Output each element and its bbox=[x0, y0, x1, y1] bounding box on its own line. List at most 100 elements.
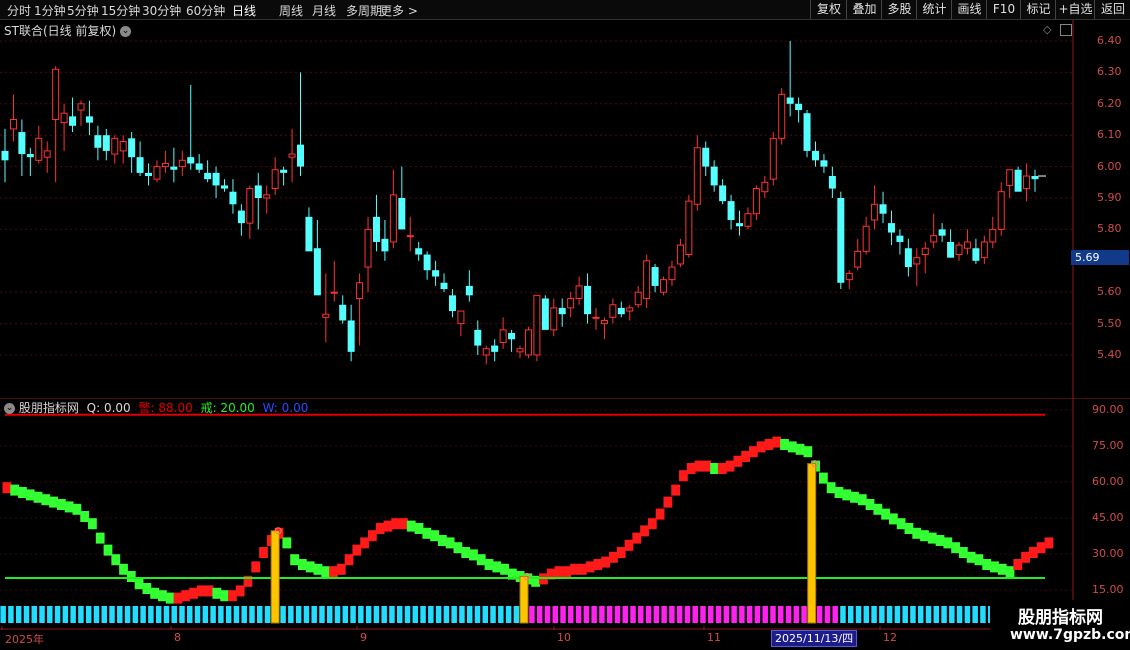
period-tab-1[interactable]: 1分钟 bbox=[34, 2, 66, 19]
candle-body bbox=[491, 345, 499, 352]
candle bbox=[347, 304, 355, 362]
candle bbox=[862, 216, 870, 255]
toolbar-button-8[interactable]: 返回 bbox=[1094, 0, 1130, 19]
status-bar bbox=[218, 606, 224, 623]
chevron-down-icon[interactable]: ⌄ bbox=[4, 403, 15, 414]
candle bbox=[508, 329, 516, 352]
indicator-block bbox=[25, 489, 35, 501]
candle bbox=[963, 229, 971, 255]
toolbar-button-1[interactable]: 叠加 bbox=[846, 0, 882, 19]
signal-bar bbox=[519, 572, 531, 624]
indicator-block bbox=[647, 518, 657, 530]
candle-body bbox=[448, 295, 456, 312]
indicator-block bbox=[64, 501, 74, 513]
candlestick-chart[interactable] bbox=[0, 20, 1130, 398]
toolbar-button-0[interactable]: 复权 bbox=[810, 0, 847, 19]
status-bar bbox=[770, 606, 776, 623]
candle-body bbox=[221, 185, 229, 189]
status-bar bbox=[513, 606, 520, 623]
status-bar bbox=[155, 606, 162, 623]
status-bar bbox=[326, 606, 333, 623]
period-tab-6[interactable]: 日线 bbox=[232, 2, 256, 19]
status-bar bbox=[358, 606, 364, 623]
status-bar bbox=[23, 606, 30, 623]
candle-body bbox=[237, 210, 245, 224]
toolbar-button-6[interactable]: 标记 bbox=[1020, 0, 1056, 19]
indicator-block bbox=[56, 499, 66, 510]
candle-body bbox=[913, 257, 921, 265]
period-tab-3[interactable]: 15分钟 bbox=[101, 2, 140, 19]
candle bbox=[541, 295, 549, 330]
indicator-chart[interactable] bbox=[0, 398, 1130, 630]
candle-body bbox=[18, 132, 26, 155]
period-tab-2[interactable]: 5分钟 bbox=[67, 2, 99, 19]
candle-body bbox=[111, 137, 119, 155]
period-tab-10[interactable]: 更多 > bbox=[380, 2, 418, 19]
toolbar-button-5[interactable]: F10 bbox=[986, 0, 1021, 19]
candle-body bbox=[930, 235, 938, 243]
indicator-block bbox=[212, 587, 222, 599]
status-bar bbox=[459, 606, 465, 623]
toolbar-button-7[interactable]: +自选 bbox=[1055, 0, 1095, 19]
status-bar bbox=[443, 606, 450, 623]
indicator-name[interactable]: 股朋指标网 bbox=[19, 401, 79, 415]
indicator-block bbox=[632, 532, 642, 544]
candle-body bbox=[35, 137, 43, 161]
candle-body bbox=[77, 103, 85, 111]
status-bar bbox=[529, 606, 535, 623]
candle bbox=[1006, 169, 1014, 198]
signal-bar-body bbox=[807, 463, 817, 624]
status-bar bbox=[661, 606, 667, 623]
status-bar bbox=[684, 606, 691, 623]
candle-body bbox=[43, 150, 51, 158]
toolbar-button-4[interactable]: 画线 bbox=[951, 0, 987, 19]
indicator-block bbox=[679, 470, 688, 482]
status-bar bbox=[194, 606, 201, 623]
chevron-down-icon[interactable]: ⌄ bbox=[119, 26, 131, 37]
candle bbox=[972, 238, 980, 264]
indicator-block bbox=[500, 563, 509, 575]
candle-body bbox=[322, 313, 330, 318]
status-bar bbox=[319, 606, 325, 623]
status-bar bbox=[15, 606, 22, 623]
indicator-block bbox=[88, 518, 97, 530]
candle bbox=[533, 294, 541, 362]
indicator-block bbox=[2, 482, 12, 494]
toolbar-button-3[interactable]: 统计 bbox=[916, 0, 952, 19]
period-tab-4[interactable]: 30分钟 bbox=[142, 2, 181, 19]
status-bar bbox=[101, 606, 107, 623]
candle bbox=[736, 210, 744, 236]
toolbar-button-2[interactable]: 多股 bbox=[881, 0, 917, 19]
period-tab-9[interactable]: 多周期 bbox=[346, 2, 382, 19]
indicator-block bbox=[453, 542, 463, 554]
candle-body bbox=[887, 223, 895, 233]
status-bar bbox=[474, 606, 481, 623]
diamond-icon[interactable]: ◇ bbox=[1043, 23, 1051, 36]
candle bbox=[254, 172, 262, 230]
candle bbox=[448, 289, 456, 318]
indicator-block bbox=[344, 554, 354, 566]
candle bbox=[1014, 166, 1022, 192]
candle-body bbox=[803, 113, 811, 151]
period-tab-8[interactable]: 月线 bbox=[312, 2, 336, 19]
period-tab-5[interactable]: 60分钟 bbox=[186, 2, 225, 19]
status-bar bbox=[202, 606, 209, 623]
indicator-block bbox=[609, 551, 618, 563]
candle bbox=[170, 147, 178, 183]
candle-body bbox=[997, 191, 1005, 230]
status-bar bbox=[894, 606, 901, 623]
status-bar bbox=[381, 606, 387, 623]
panel-toggle-icon[interactable] bbox=[1060, 24, 1072, 36]
candle-body bbox=[955, 244, 963, 256]
status-bar bbox=[676, 606, 683, 623]
stock-title[interactable]: ST联合(日线 前复权) ⌄ bbox=[4, 22, 131, 39]
candle bbox=[676, 238, 684, 268]
indicator-block bbox=[204, 585, 214, 597]
status-bar bbox=[638, 606, 644, 623]
indicator-block bbox=[888, 513, 898, 525]
period-tab-7[interactable]: 周线 bbox=[279, 2, 303, 19]
q-value: Q: 0.00 bbox=[86, 401, 131, 415]
period-tab-0[interactable]: 分时 bbox=[7, 2, 31, 19]
indicator-block bbox=[10, 484, 20, 496]
candle-body bbox=[482, 348, 490, 356]
